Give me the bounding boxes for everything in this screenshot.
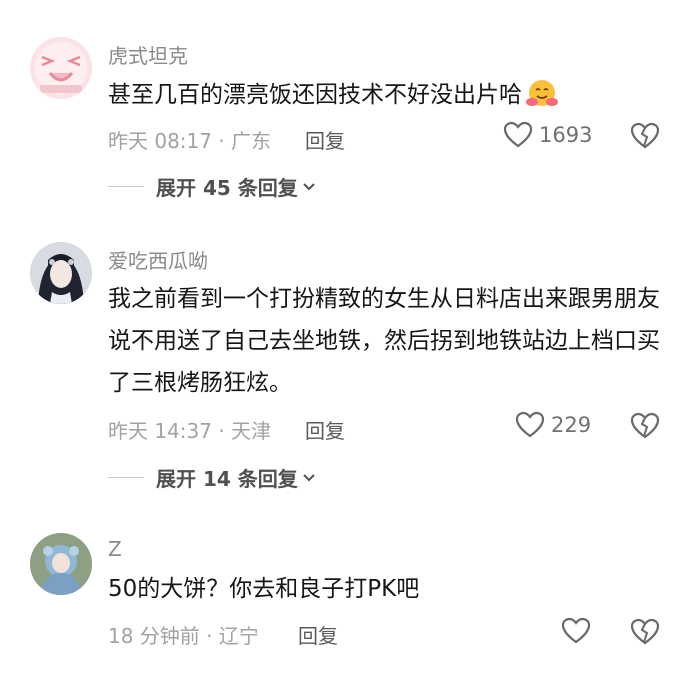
like-count: 229	[551, 413, 592, 437]
like-count: 1693	[539, 123, 593, 147]
chevron-down-icon	[303, 473, 315, 481]
broken-heart-icon[interactable]	[630, 618, 660, 646]
heart-icon	[561, 617, 591, 644]
heart-icon	[503, 121, 533, 148]
comment-time-location: 昨天 08:17 · 广东	[108, 129, 272, 153]
expand-replies-button[interactable]: 展开 45 条回复	[108, 172, 316, 201]
comment-text: 甚至几百的漂亮饭还因技术不好没出片哈	[108, 74, 668, 116]
expand-replies-button[interactable]: 展开 14 条回复	[108, 463, 316, 492]
avatar[interactable]	[30, 242, 92, 304]
like-button[interactable]: 1693	[503, 121, 592, 149]
expand-replies-label: 展开 14 条回复	[156, 467, 298, 491]
anime-character-avatar-icon	[30, 533, 92, 595]
username[interactable]: 虎式坦克	[108, 40, 188, 69]
divider-line	[108, 186, 144, 187]
reply-button[interactable]: 回复	[305, 125, 345, 154]
like-button[interactable]: 229	[515, 411, 591, 439]
comment-time-location: 18 分钟前 · 辽宁	[108, 624, 259, 648]
avatar[interactable]	[30, 37, 92, 99]
chevron-down-icon	[303, 182, 315, 190]
username[interactable]: 爱吃西瓜呦	[108, 245, 208, 274]
portrait-avatar-icon	[30, 242, 92, 304]
reply-button[interactable]: 回复	[305, 415, 345, 444]
heart-icon	[515, 411, 545, 438]
comment-time-location: 昨天 14:37 · 天津	[108, 419, 272, 443]
expand-replies-label: 展开 45 条回复	[156, 176, 298, 200]
avatar[interactable]	[30, 533, 92, 595]
username[interactable]: Z	[108, 537, 122, 561]
hugging-face-emoji-icon	[526, 80, 558, 106]
broken-heart-icon[interactable]	[630, 122, 660, 150]
comment-text-body: 甚至几百的漂亮饭还因技术不好没出片哈	[108, 82, 522, 108]
divider-line	[108, 477, 144, 478]
comment-text: 50的大饼？你去和良子打PK吧	[108, 576, 420, 602]
reply-button[interactable]: 回复	[298, 620, 338, 649]
cartoon-face-avatar-icon	[30, 37, 92, 99]
like-button[interactable]	[561, 617, 597, 645]
comment-text: 我之前看到一个打扮精致的女生从日料店出来跟男朋友说不用送了自己去坐地铁，然后拐到…	[108, 286, 660, 396]
broken-heart-icon[interactable]	[630, 412, 660, 440]
